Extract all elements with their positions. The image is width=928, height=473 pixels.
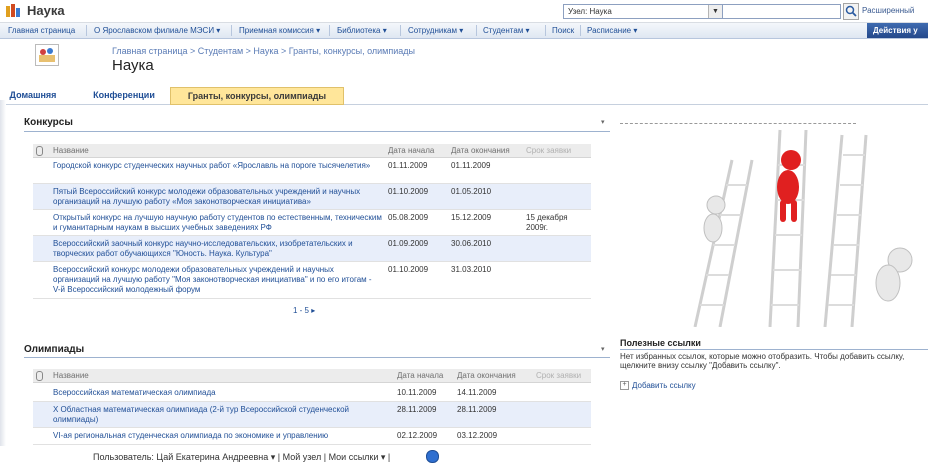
search-input[interactable] <box>722 4 841 19</box>
contest-start: 01.10.2009 <box>388 187 429 196</box>
contest-name-link[interactable]: Пятый Всероссийский конкурс молодежи обр… <box>53 187 373 207</box>
contests-title-underline <box>24 131 610 132</box>
useful-links-empty-text: Нет избранных ссылок, которые можно отоб… <box>620 352 905 370</box>
user-status-links[interactable]: Пользователь: Цай Екатерина Андреевна ▾ … <box>93 452 390 463</box>
table-row: Всероссийский заочный конкурс научно-исс… <box>33 236 591 262</box>
nav-separator <box>545 25 546 36</box>
tab-conferences[interactable]: Конференции <box>84 87 164 103</box>
nav-separator <box>400 25 401 36</box>
olympiads-table-header: Название Дата начала Дата окончания Срок… <box>33 369 591 383</box>
olympiad-name-link[interactable]: X Областная математическая олимпиада (2-… <box>53 405 373 425</box>
col-name[interactable]: Название <box>53 146 89 155</box>
nav-separator <box>476 25 477 36</box>
nav-item-admissions[interactable]: Приемная комиссия ▾ <box>239 26 320 35</box>
nav-item-home[interactable]: Главная страница <box>8 26 75 35</box>
col-deadline[interactable]: Срок заявки <box>526 146 571 155</box>
search-scope-select[interactable]: Узел: Наука ▼ <box>563 4 723 19</box>
col-name[interactable]: Название <box>53 371 89 380</box>
table-row: Всероссийская математическая олимпиада 1… <box>33 384 591 402</box>
contest-name-link[interactable]: Всероссийский заочный конкурс научно-исс… <box>53 239 383 259</box>
contest-end: 15.12.2009 <box>451 213 492 222</box>
add-link-label: Добавить ссылку <box>632 381 696 390</box>
contest-end: 01.05.2010 <box>451 187 492 196</box>
useful-links-title: Полезные ссылки <box>620 338 701 348</box>
nav-item-library[interactable]: Библиотека ▾ <box>337 26 387 35</box>
plus-icon: + <box>620 381 629 391</box>
table-row: VI-ая региональная студенческая олимпиад… <box>33 428 591 445</box>
table-row: Открытый конкурс на лучшую научную работ… <box>33 210 591 236</box>
nav-separator <box>580 25 581 36</box>
breadcrumb[interactable]: Главная страница > Студентам > Наука > Г… <box>112 46 415 56</box>
contest-name-link[interactable]: Городской конкурс студенческих научных р… <box>53 161 373 171</box>
help-icon[interactable] <box>426 450 439 463</box>
nav-item-about[interactable]: О Ярославском филиале МЭСИ ▾ <box>94 26 220 35</box>
olympiad-end: 28.11.2009 <box>457 405 497 414</box>
contest-start: 05.08.2009 <box>388 213 429 222</box>
site-image-icon <box>35 44 59 66</box>
contest-start: 01.09.2009 <box>388 239 429 248</box>
col-start-date[interactable]: Дата начала <box>388 146 434 155</box>
nav-item-search[interactable]: Поиск <box>552 26 574 35</box>
contest-name-link[interactable]: Открытый конкурс на лучшую научную работ… <box>53 213 383 233</box>
olympiad-name-link[interactable]: VI-ая региональная студенческая олимпиад… <box>53 431 383 441</box>
contests-menu-chevron-icon[interactable]: ▾ <box>601 118 605 126</box>
nav-item-staff[interactable]: Сотрудникам ▾ <box>408 26 463 35</box>
table-row: Городской конкурс студенческих научных р… <box>33 158 591 184</box>
chevron-down-icon[interactable]: ▼ <box>708 5 722 18</box>
contest-start: 01.10.2009 <box>388 265 429 274</box>
olympiads-title-underline <box>24 357 610 358</box>
nav-separator <box>329 25 330 36</box>
tab-grants-contests-olympiads[interactable]: Гранты, конкурсы, олимпиады <box>170 87 344 105</box>
image-divider <box>620 123 856 124</box>
site-actions-menu[interactable]: Действия у <box>867 23 928 38</box>
advanced-search-link[interactable]: Расширенный <box>862 6 914 15</box>
olympiad-start: 10.11.2009 <box>397 388 437 397</box>
attachment-icon <box>36 146 43 156</box>
tab-home[interactable]: Домашняя <box>3 87 63 103</box>
contests-table-header: Название Дата начала Дата окончания Срок… <box>33 144 591 158</box>
contests-pager[interactable]: 1 - 5 ▸ <box>293 306 315 315</box>
olympiad-start: 02.12.2009 <box>397 431 438 440</box>
col-start-date[interactable]: Дата начала <box>397 371 443 380</box>
nav-separator <box>86 25 87 36</box>
col-end-date[interactable]: Дата окончания <box>457 371 516 380</box>
search-scope-value: Узел: Наука <box>568 7 612 16</box>
contest-end: 30.06.2010 <box>451 239 492 248</box>
contest-end: 01.11.2009 <box>451 161 491 170</box>
olympiads-title: Олимпиады <box>24 344 85 355</box>
top-nav-bar: Главная страница О Ярославском филиале М… <box>0 23 928 39</box>
contest-start: 01.11.2009 <box>388 161 428 170</box>
app-title[interactable]: Наука <box>27 3 65 18</box>
olympiad-start: 28.11.2009 <box>397 405 437 414</box>
search-icon[interactable] <box>843 3 859 20</box>
col-end-date[interactable]: Дата окончания <box>451 146 510 155</box>
left-shadow <box>0 100 6 446</box>
table-row: Пятый Всероссийский конкурс молодежи обр… <box>33 184 591 210</box>
page-title: Наука <box>112 57 154 74</box>
nav-item-students[interactable]: Студентам ▾ <box>483 26 530 35</box>
nav-item-schedule[interactable]: Расписание ▾ <box>587 26 637 35</box>
site-logo-icon <box>6 4 20 17</box>
nav-separator <box>231 25 232 36</box>
col-deadline[interactable]: Срок заявки <box>536 371 581 380</box>
ladder-illustration <box>620 125 928 327</box>
contest-end: 31.03.2010 <box>451 265 492 274</box>
olympiads-menu-chevron-icon[interactable]: ▾ <box>601 345 605 353</box>
attachment-icon <box>36 371 43 381</box>
olympiad-name-link[interactable]: Всероссийская математическая олимпиада <box>53 388 383 398</box>
contest-deadline: 15 декабря 2009г. <box>526 213 568 232</box>
olympiad-end: 14.11.2009 <box>457 388 497 397</box>
contest-name-link[interactable]: Всероссийский конкурс молодежи образоват… <box>53 265 373 295</box>
table-row: X Областная математическая олимпиада (2-… <box>33 402 591 428</box>
add-link-button[interactable]: + Добавить ссылку <box>620 381 696 391</box>
contests-title: Конкурсы <box>24 117 73 128</box>
olympiad-end: 03.12.2009 <box>457 431 498 440</box>
table-row: Всероссийский конкурс молодежи образоват… <box>33 262 591 299</box>
useful-links-underline <box>620 349 928 350</box>
